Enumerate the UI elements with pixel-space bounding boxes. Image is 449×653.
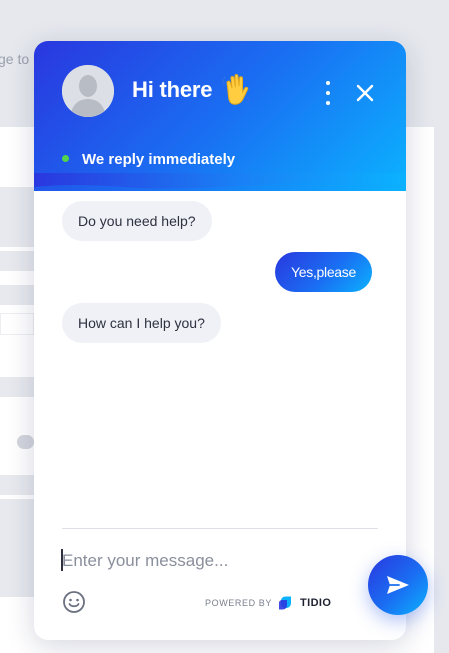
- online-status-dot: [62, 155, 69, 162]
- background-block: [0, 251, 34, 271]
- powered-by-label: POWERED BY: [205, 598, 273, 608]
- message-input[interactable]: [60, 547, 350, 575]
- bot-message: Do you need help?: [62, 201, 212, 241]
- chat-widget: Hi there We reply immediately Do you nee…: [34, 41, 406, 640]
- status-text: We reply immediately: [82, 151, 236, 168]
- background-block: [0, 285, 34, 305]
- tidio-logo-icon: [279, 596, 292, 610]
- user-message: Yes,please: [275, 252, 372, 292]
- chat-header: Hi there We reply immediately: [34, 41, 406, 191]
- more-vertical-icon: [326, 91, 330, 95]
- powered-by-link[interactable]: POWERED BY TIDIO: [205, 595, 331, 611]
- send-icon: [387, 576, 409, 594]
- composer-divider: [62, 528, 378, 529]
- smiley-icon[interactable]: [62, 590, 86, 614]
- background-block: [0, 475, 34, 495]
- send-button[interactable]: [368, 555, 428, 615]
- background-text: ge to r: [0, 51, 38, 67]
- avatar: [62, 65, 114, 117]
- bot-message: How can I help you?: [62, 303, 221, 343]
- more-options-button[interactable]: [318, 81, 338, 105]
- background-block: [0, 313, 34, 335]
- more-vertical-icon: [326, 81, 330, 85]
- close-icon[interactable]: [354, 82, 376, 104]
- background-toggle: [17, 435, 34, 449]
- more-vertical-icon: [326, 101, 330, 105]
- background-block: [0, 187, 34, 247]
- tidio-brand: TIDIO: [300, 597, 332, 609]
- header-title: Hi there: [132, 77, 213, 102]
- avatar-placeholder-icon: [62, 65, 114, 117]
- header-wave: [34, 173, 406, 189]
- waving-hand-icon: [222, 74, 250, 105]
- background-block: [0, 377, 34, 397]
- background-block: [0, 499, 34, 597]
- text-caret: [61, 549, 63, 571]
